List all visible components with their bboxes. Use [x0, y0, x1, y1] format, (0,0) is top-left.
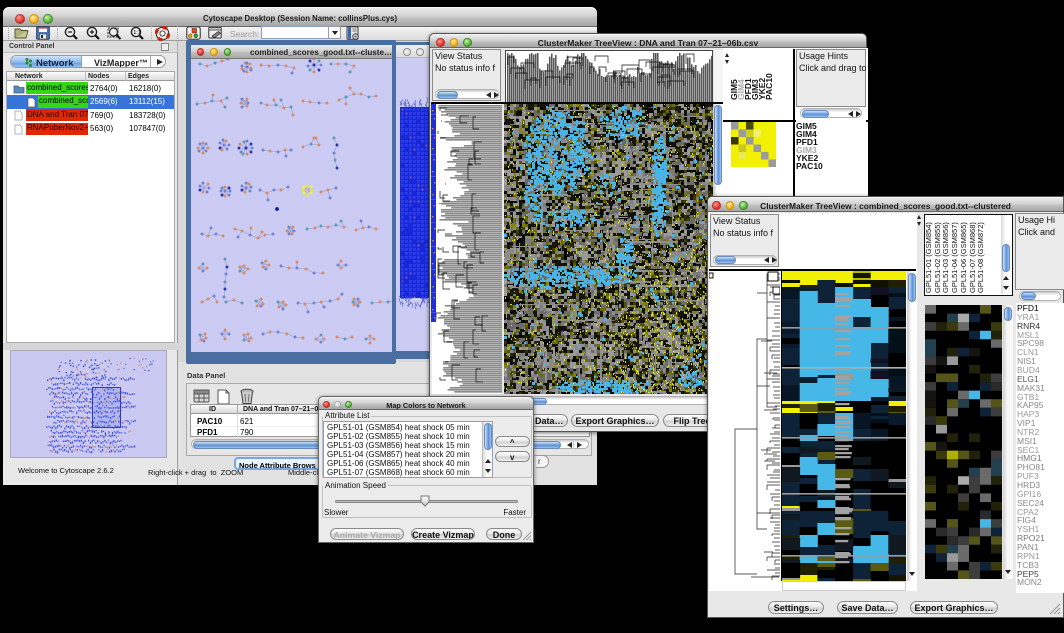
- svg-text:1:1: 1:1: [133, 30, 140, 36]
